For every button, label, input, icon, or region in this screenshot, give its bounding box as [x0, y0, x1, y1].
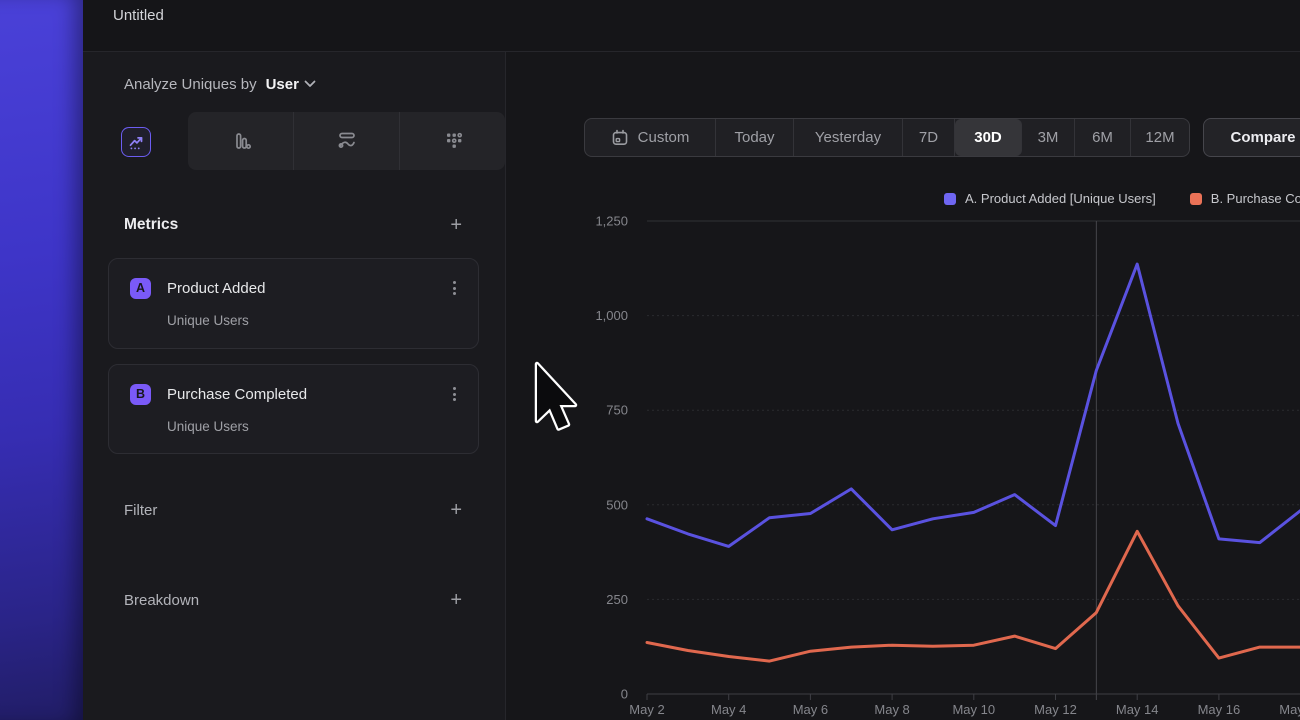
view-tab-group [188, 112, 505, 170]
compare-button[interactable]: Compare [1203, 118, 1300, 157]
metric-subtitle-a: Unique Users [167, 313, 478, 328]
metrics-title: Metrics [124, 216, 178, 234]
app-window: Untitled Analyze Uniques by User [0, 0, 1300, 720]
line-chart-icon [125, 131, 147, 153]
add-metric-button[interactable]: + [450, 215, 462, 235]
legend-label-b: B. Purchase Completed [Unique Users] [1211, 191, 1300, 206]
range-today-button[interactable]: Today [716, 119, 794, 156]
filter-row: Filter + [124, 500, 462, 520]
tab-bar-chart[interactable] [188, 112, 293, 170]
tab-insights-selected[interactable] [121, 127, 151, 157]
left-gradient-panel [0, 0, 83, 720]
legend-label-a: A. Product Added [Unique Users] [965, 191, 1156, 206]
analyze-entity-value: User [266, 76, 299, 93]
range-custom-button[interactable]: Custom [585, 119, 716, 156]
range-3m-button[interactable]: 3M [1022, 119, 1075, 156]
metric-card-b[interactable]: B Purchase Completed Unique Users [108, 364, 479, 454]
breakdown-row: Breakdown + [124, 590, 462, 610]
metric-badge-a: A [130, 278, 151, 299]
breakdown-title: Breakdown [124, 592, 199, 609]
dots-grid-icon [441, 129, 465, 153]
metric-badge-b: B [130, 384, 151, 405]
chevron-down-icon [304, 80, 316, 88]
calendar-icon [611, 129, 629, 147]
metric-card-a[interactable]: A Product Added Unique Users [108, 258, 479, 349]
range-7d-button[interactable]: 7D [903, 119, 955, 156]
filter-title: Filter [124, 502, 157, 519]
chart-legend: A. Product Added [Unique Users] B. Purch… [944, 191, 1300, 206]
mouse-cursor [533, 361, 585, 439]
legend-item-a[interactable]: A. Product Added [Unique Users] [944, 191, 1156, 206]
metric-menu-a-kebab-icon[interactable] [449, 277, 460, 299]
tab-flows[interactable] [293, 112, 399, 170]
metric-subtitle-b: Unique Users [167, 419, 478, 434]
legend-item-b[interactable]: B. Purchase Completed [Unique Users] [1190, 191, 1300, 206]
add-filter-button[interactable]: + [450, 500, 462, 520]
range-6m-button[interactable]: 6M [1075, 119, 1131, 156]
range-12m-button[interactable]: 12M [1131, 119, 1189, 156]
range-custom-label: Custom [638, 129, 690, 146]
top-bar: Untitled [83, 0, 1300, 52]
metrics-header: Metrics + [124, 215, 462, 235]
chart-panel: Custom Today Yesterday 7D 30D 3M 6M 12M … [507, 52, 1300, 720]
analyze-row: Analyze Uniques by User [124, 72, 316, 96]
range-yesterday-button[interactable]: Yesterday [794, 119, 903, 156]
tab-grid[interactable] [399, 112, 505, 170]
bar-chart-icon [229, 129, 253, 153]
metric-menu-b-kebab-icon[interactable] [449, 383, 460, 405]
add-breakdown-button[interactable]: + [450, 590, 462, 610]
analyze-label: Analyze Uniques by [124, 76, 257, 93]
metric-name-a: Product Added [167, 280, 433, 297]
report-title[interactable]: Untitled [113, 7, 164, 24]
legend-swatch-a [944, 193, 956, 205]
legend-swatch-b [1190, 193, 1202, 205]
date-range-control: Custom Today Yesterday 7D 30D 3M 6M 12M [584, 118, 1190, 157]
analyze-entity-dropdown[interactable]: User [266, 76, 316, 93]
flows-icon [334, 128, 360, 154]
metric-name-b: Purchase Completed [167, 386, 433, 403]
range-30d-button[interactable]: 30D [955, 119, 1022, 156]
query-sidebar: Analyze Uniques by User [83, 52, 506, 720]
